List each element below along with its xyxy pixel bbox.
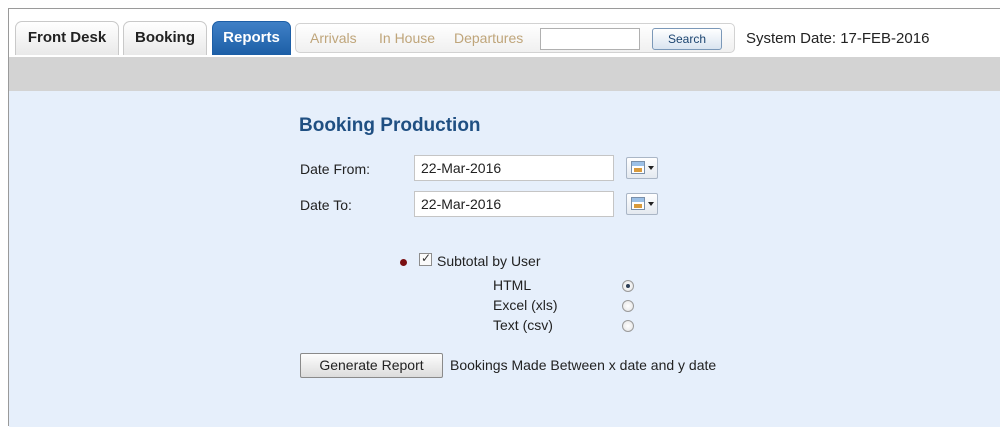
tab-booking[interactable]: Booking: [123, 21, 207, 55]
format-radio-csv[interactable]: [622, 320, 634, 332]
required-bullet-icon: [400, 259, 407, 266]
top-bar: Front Desk Booking Reports Arrivals In H…: [9, 9, 1000, 57]
page-title: Booking Production: [299, 115, 481, 136]
subtotal-by-user-label: Subtotal by User: [437, 253, 541, 269]
subnav-link-arrivals[interactable]: Arrivals: [310, 24, 357, 53]
subnav-link-departures[interactable]: Departures: [454, 24, 523, 53]
subtotal-by-user-checkbox[interactable]: [419, 251, 432, 266]
date-from-label: Date From:: [300, 161, 371, 177]
calendar-icon: [631, 197, 645, 210]
format-label-csv: Text (csv): [493, 317, 553, 333]
date-to-label: Date To:: [300, 197, 352, 213]
tab-reports[interactable]: Reports: [212, 21, 291, 55]
tab-front-desk[interactable]: Front Desk: [15, 21, 119, 55]
subnav-bar: Arrivals In House Departures Search: [295, 23, 735, 53]
app-frame: Front Desk Booking Reports Arrivals In H…: [8, 8, 1000, 427]
system-date: System Date: 17-FEB-2016: [746, 30, 930, 47]
chevron-down-icon: [648, 166, 654, 170]
calendar-icon: [631, 161, 645, 174]
format-label-xls: Excel (xls): [493, 297, 558, 313]
format-radio-html[interactable]: [622, 280, 634, 292]
date-to-field[interactable]: 22-Mar-2016: [414, 191, 614, 217]
generate-report-button[interactable]: Generate Report: [300, 353, 443, 378]
date-from-field[interactable]: 22-Mar-2016: [414, 155, 614, 181]
format-radio-xls[interactable]: [622, 300, 634, 312]
chevron-down-icon: [648, 202, 654, 206]
search-input[interactable]: [540, 28, 640, 50]
format-label-html: HTML: [493, 277, 532, 293]
report-description: Bookings Made Between x date and y date: [450, 357, 717, 373]
subnav-link-in-house[interactable]: In House: [379, 24, 435, 53]
date-to-calendar-button[interactable]: [626, 193, 658, 215]
search-button[interactable]: Search: [652, 28, 722, 50]
date-from-calendar-button[interactable]: [626, 157, 658, 179]
toolbar-strip: [9, 57, 1000, 91]
report-panel: Booking Production Date From: 22-Mar-201…: [9, 91, 1000, 427]
